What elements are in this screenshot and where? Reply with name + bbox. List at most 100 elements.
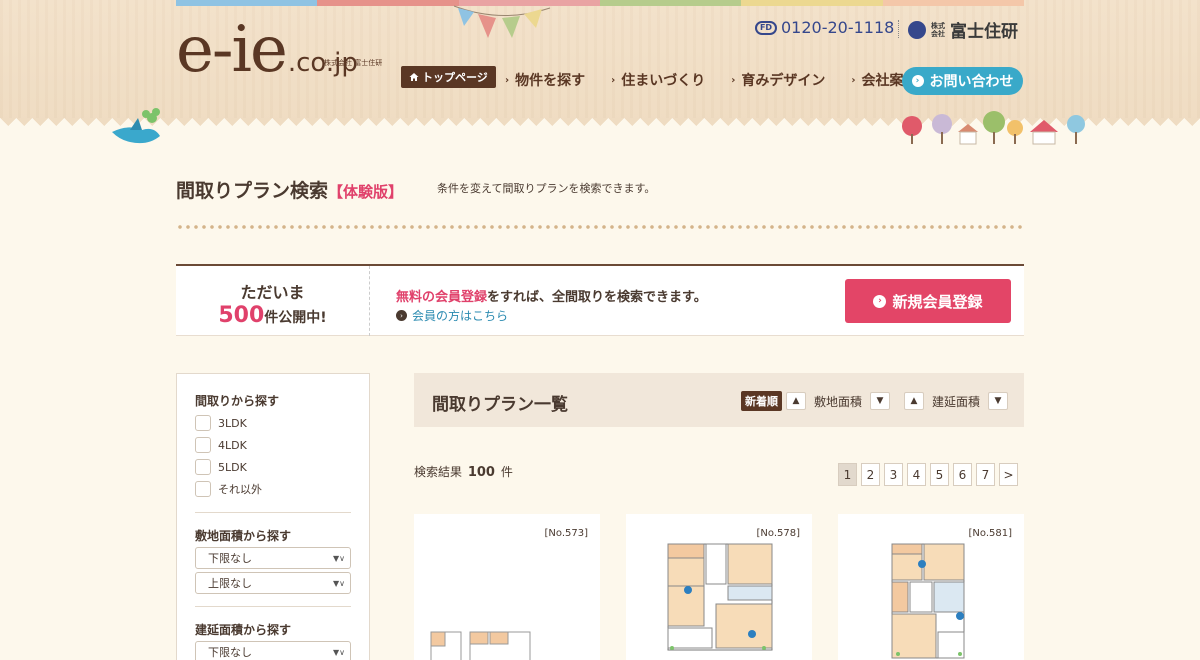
checkbox[interactable] xyxy=(195,481,211,497)
listing-count-box: ただいま 500件公開中! xyxy=(176,266,370,336)
page-1[interactable]: 1 xyxy=(838,463,857,486)
plan-card[interactable]: [No.573] xyxy=(414,514,600,660)
chevron-right-icon: › xyxy=(851,74,856,86)
contact-button[interactable]: › お問い合わせ xyxy=(902,67,1023,95)
sort-floor-desc-button[interactable]: ▼ xyxy=(988,392,1008,410)
dotted-divider xyxy=(176,224,1024,230)
option-label: それ以外 xyxy=(218,483,262,496)
main-nav: › 物件を探す › 住まいづくり › 育みデザイン › 会社案内 xyxy=(505,70,918,90)
member-banner: ただいま 500件公開中! 無料の会員登録をすれば、全間取りを検索できます。 ›… xyxy=(176,264,1024,336)
company-logo: 株式会社 富士住研 xyxy=(908,17,1018,42)
member-login-label: 会員の方はこちら xyxy=(412,309,509,323)
next-page-button[interactable]: > xyxy=(999,463,1018,486)
option-label: 3LDK xyxy=(218,416,247,430)
chevron-right-icon: › xyxy=(611,74,616,86)
plan-number: [No.573] xyxy=(544,528,589,539)
search-sidebar: 間取りから探す 3LDK 4LDK 5LDK それ以外 敷地面積から探す 下限な… xyxy=(176,373,370,660)
select-value: 下限なし xyxy=(208,646,252,659)
select-value: 上限なし xyxy=(208,577,252,590)
banner-message-rest: をすれば、全間取りを検索できます。 xyxy=(487,290,707,305)
sort-newest-button[interactable]: 新着順 xyxy=(740,391,782,411)
floor-plan-image xyxy=(891,543,965,659)
register-button[interactable]: › 新規会員登録 xyxy=(845,279,1011,323)
option-label: 5LDK xyxy=(218,460,247,474)
layout-option-3ldk[interactable]: 3LDK xyxy=(195,412,351,434)
contact-label: お問い合わせ xyxy=(929,74,1014,90)
chevron-down-icon: ▼∨ xyxy=(332,578,345,588)
plan-card[interactable]: [No.578] xyxy=(626,514,812,660)
logo-company: 株式会社 富士住研 xyxy=(324,59,383,67)
checkbox[interactable] xyxy=(195,437,211,453)
checkbox[interactable] xyxy=(195,415,211,431)
company-type: 株式会社 xyxy=(931,21,945,38)
member-login-link[interactable]: › 会員の方はこちら xyxy=(396,307,508,324)
divider xyxy=(195,512,351,513)
option-label: 4LDK xyxy=(218,438,247,452)
trial-badge: 【体験版】 xyxy=(328,183,404,201)
listing-count-suffix: 件公開中! xyxy=(264,310,327,326)
freedial-icon: FD xyxy=(755,20,777,35)
page-5[interactable]: 5 xyxy=(930,463,949,486)
company-name: 富士住研 xyxy=(950,22,1018,42)
chevron-right-icon: › xyxy=(911,75,924,87)
register-label: 新規会員登録 xyxy=(892,292,983,311)
divider xyxy=(898,20,899,38)
layout-option-other[interactable]: それ以外 xyxy=(195,478,351,500)
nav-item-house-building[interactable]: › 住まいづくり xyxy=(611,70,705,90)
layout-filter-heading: 間取りから探す xyxy=(195,394,280,408)
chevron-right-icon: › xyxy=(505,74,510,86)
land-area-heading: 敷地面積から探す xyxy=(195,529,292,543)
divider xyxy=(195,606,351,607)
nav-label: 育みデザイン xyxy=(741,73,826,89)
floor-plan-image xyxy=(667,543,773,651)
page-6[interactable]: 6 xyxy=(953,463,972,486)
plan-number: [No.578] xyxy=(756,528,801,539)
sort-land-desc-button[interactable]: ▼ xyxy=(869,392,890,410)
top-page-label: トップページ xyxy=(422,71,488,84)
layout-option-4ldk[interactable]: 4LDK xyxy=(195,434,351,456)
banner-message: 無料の会員登録をすれば、全間取りを検索できます。 xyxy=(396,286,707,305)
nav-label: 住まいづくり xyxy=(621,73,706,89)
layout-option-5ldk[interactable]: 5LDK xyxy=(195,456,351,478)
plan-card[interactable]: [No.581] xyxy=(838,514,1024,660)
bunting-decoration xyxy=(453,5,551,38)
banner-line1: ただいま xyxy=(240,283,305,302)
pagination: 1 2 3 4 5 6 7 > xyxy=(838,463,1018,486)
chevron-right-icon: › xyxy=(873,294,887,308)
select-value: 下限なし xyxy=(208,552,252,565)
page-7[interactable]: 7 xyxy=(976,463,995,486)
nav-item-design[interactable]: › 育みデザイン xyxy=(731,70,825,90)
phone-number[interactable]: FD 0120-20-1118 xyxy=(755,18,894,37)
result-prefix: 検索結果 xyxy=(414,465,463,479)
result-number: 100 xyxy=(467,465,495,480)
listing-count: 500 xyxy=(218,303,265,328)
banner-message-highlight: 無料の会員登録 xyxy=(396,290,488,305)
chevron-down-icon: ▼∨ xyxy=(332,647,345,657)
land-area-min-select[interactable]: 下限なし ▼∨ xyxy=(195,547,351,569)
page-description: 条件を変えて間取りプランを検索できます。 xyxy=(437,182,656,195)
chevron-right-icon: › xyxy=(731,74,736,86)
plan-list-header: 間取りプラン一覧 新着順 ▲ 敷地面積 ▼ ▲ 建延面積 ▼ xyxy=(414,373,1024,427)
result-count: 検索結果 100 件 xyxy=(414,463,513,480)
color-strip xyxy=(176,0,1024,6)
phone-text: 0120-20-1118 xyxy=(781,18,895,37)
page-title: 間取りプラン検索【体験版】 xyxy=(176,176,403,203)
company-mark-icon xyxy=(908,20,926,39)
checkbox[interactable] xyxy=(195,459,211,475)
page-2[interactable]: 2 xyxy=(861,463,880,486)
chevron-right-icon: › xyxy=(396,310,407,321)
site-logo[interactable]: e-ie .co.jp 株式会社 富士住研 xyxy=(176,13,382,87)
chevron-down-icon: ▼∨ xyxy=(332,553,345,563)
floor-area-min-select[interactable]: 下限なし ▼∨ xyxy=(195,641,351,660)
logo-text: e-ie xyxy=(176,13,288,87)
sort-land-asc-button[interactable]: ▲ xyxy=(785,392,806,410)
sort-floor-asc-button[interactable]: ▲ xyxy=(903,392,924,410)
sort-land-label: 敷地面積 xyxy=(813,394,862,409)
page-3[interactable]: 3 xyxy=(884,463,903,486)
top-page-button[interactable]: トップページ xyxy=(401,66,496,88)
nav-item-property[interactable]: › 物件を探す xyxy=(505,70,585,90)
page-4[interactable]: 4 xyxy=(907,463,926,486)
sort-controls: 新着順 ▲ 敷地面積 ▼ ▲ 建延面積 ▼ xyxy=(740,391,1008,411)
land-area-max-select[interactable]: 上限なし ▼∨ xyxy=(195,572,351,594)
bird-icon xyxy=(112,108,160,144)
